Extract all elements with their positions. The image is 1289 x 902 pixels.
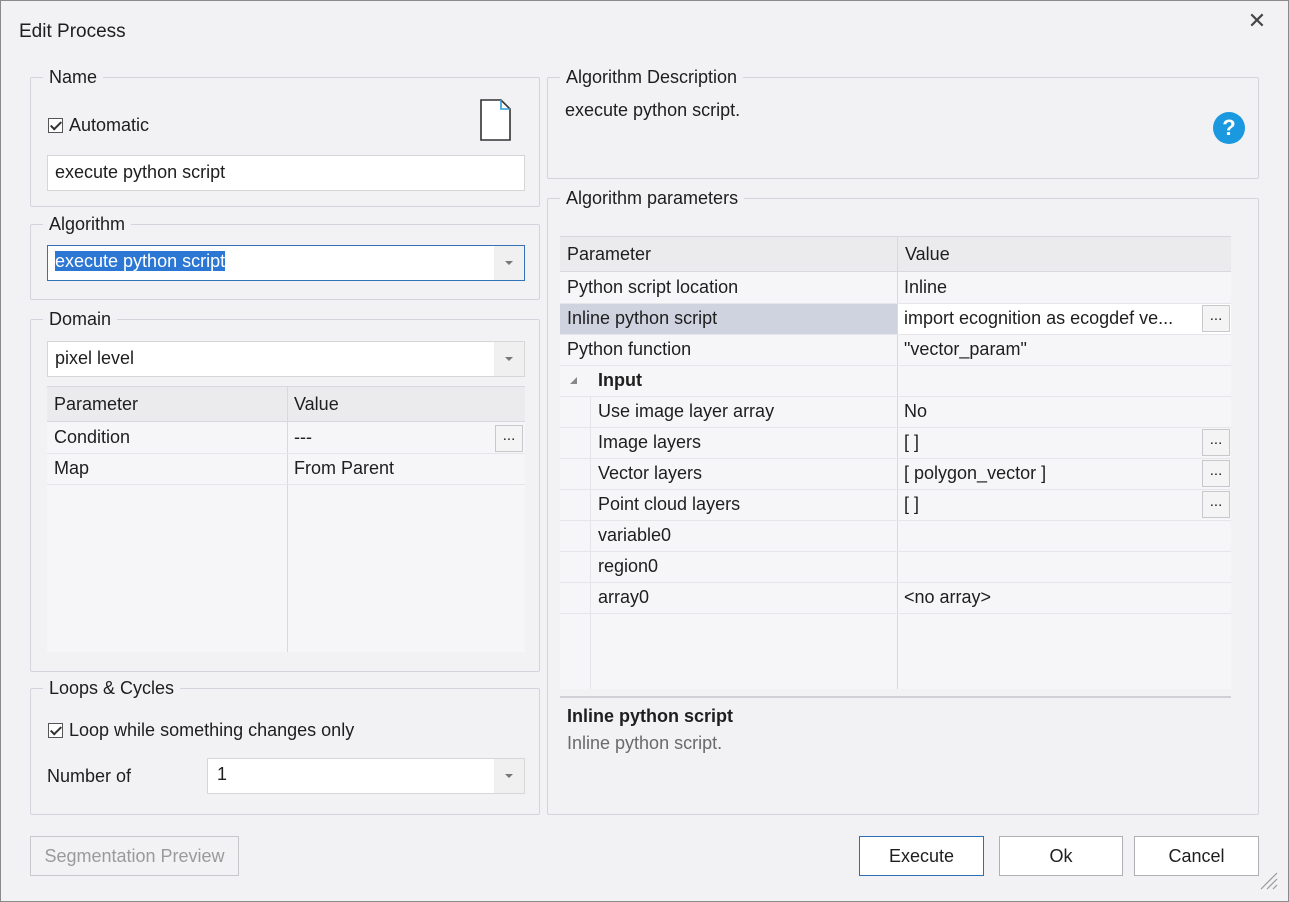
number-of-select[interactable]: 1 — [207, 758, 525, 794]
process-name-input[interactable]: execute python script — [47, 155, 525, 191]
input-section-label: Input — [598, 370, 642, 390]
loops-group: Loops & Cycles — [30, 678, 540, 815]
resize-grip-icon[interactable] — [1257, 869, 1279, 891]
collapse-triangle-icon[interactable] — [570, 377, 577, 384]
segmentation-preview-button[interactable]: Segmentation Preview — [30, 836, 239, 876]
table-row[interactable]: Condition --- ... — [47, 423, 525, 454]
name-legend: Name — [49, 67, 98, 87]
table-row[interactable]: Python script location Inline — [560, 273, 1231, 304]
domain-parameter-grid: Parameter Value Condition --- ... Map Fr… — [47, 386, 525, 652]
input-section-row[interactable]: Input — [560, 366, 1231, 397]
row-value: [ ] — [904, 494, 920, 514]
automatic-check-icon — [48, 118, 63, 133]
domain-select[interactable]: pixel level — [47, 341, 525, 377]
point-cloud-layers-edit-button[interactable]: ... — [1202, 491, 1230, 518]
description-text: execute python script. — [565, 100, 741, 120]
chevron-down-icon[interactable] — [494, 759, 524, 793]
row-value: --- — [294, 427, 312, 447]
dialog-title: Edit Process — [19, 21, 126, 42]
algorithm-select[interactable]: execute python script — [47, 245, 525, 281]
description-group: Algorithm Description — [547, 67, 1259, 179]
algorithm-parameter-grid: Parameter Value Python script location I… — [560, 236, 1231, 689]
row-value: From Parent — [294, 458, 395, 478]
domain-selected-value: pixel level — [55, 348, 135, 368]
inline-script-edit-button[interactable]: ... — [1202, 305, 1230, 332]
parameters-legend: Algorithm parameters — [566, 188, 739, 208]
row-value: <no array> — [904, 587, 992, 607]
table-row[interactable]: Use image layer array No — [560, 397, 1231, 428]
help-icon[interactable]: ? — [1213, 112, 1245, 144]
domain-legend: Domain — [49, 309, 112, 329]
grid-header: Parameter Value — [47, 386, 525, 422]
row-param: Python script location — [567, 277, 739, 297]
param-help-title: Inline python script — [567, 706, 734, 726]
execute-button[interactable]: Execute — [859, 836, 984, 876]
table-row[interactable]: variable0 — [560, 521, 1231, 552]
header-parameter: Parameter — [54, 394, 139, 414]
splitter[interactable] — [560, 696, 1231, 698]
loop-label: Loop while something changes only — [69, 720, 355, 740]
row-value: import ecognition as ecogdef ve... — [904, 308, 1174, 328]
row-param: Point cloud layers — [598, 494, 741, 514]
row-param: array0 — [598, 587, 650, 607]
row-param: Condition — [54, 427, 131, 447]
algorithm-selected-value: execute python script — [55, 251, 226, 271]
row-param: Use image layer array — [598, 401, 775, 421]
header-value: Value — [294, 394, 339, 414]
loop-changes-checkbox[interactable]: Loop while something changes only — [48, 720, 354, 741]
header-value: Value — [905, 244, 950, 264]
table-row[interactable]: Point cloud layers [ ] ... — [560, 490, 1231, 521]
row-value: "vector_param" — [904, 339, 1027, 359]
row-value: [ polygon_vector ] — [904, 463, 1047, 483]
table-row-selected[interactable]: Inline python script import ecognition a… — [560, 304, 1231, 335]
automatic-checkbox[interactable]: Automatic — [48, 115, 149, 136]
param-help-text: Inline python script. — [567, 733, 723, 753]
header-parameter: Parameter — [567, 244, 652, 264]
algorithm-legend: Algorithm — [49, 214, 126, 234]
row-param: Map — [54, 458, 90, 478]
row-value: No — [904, 401, 928, 421]
ok-button[interactable]: Ok — [999, 836, 1123, 876]
grid-header: Parameter Value — [560, 236, 1231, 272]
image-layers-edit-button[interactable]: ... — [1202, 429, 1230, 456]
automatic-label: Automatic — [69, 115, 150, 135]
table-row[interactable]: array0 <no array> — [560, 583, 1231, 614]
row-value: [ ] — [904, 432, 920, 452]
row-param: variable0 — [598, 525, 672, 545]
table-row[interactable]: region0 — [560, 552, 1231, 583]
chevron-down-icon[interactable] — [494, 246, 524, 280]
row-param: Python function — [567, 339, 692, 359]
condition-edit-button[interactable]: ... — [495, 425, 523, 452]
row-param: region0 — [598, 556, 659, 576]
row-param: Vector layers — [598, 463, 703, 483]
row-param: Inline python script — [567, 308, 718, 328]
row-value: Inline — [904, 277, 948, 297]
edit-process-dialog: Edit Process ✕ Name Automatic execute py… — [0, 0, 1289, 902]
number-of-label: Number of — [47, 766, 132, 786]
vector-layers-edit-button[interactable]: ... — [1202, 460, 1230, 487]
loop-check-icon — [48, 723, 63, 738]
row-param: Image layers — [598, 432, 702, 452]
document-icon — [480, 99, 511, 141]
description-legend: Algorithm Description — [566, 67, 738, 87]
close-icon[interactable]: ✕ — [1245, 9, 1269, 33]
table-row[interactable]: Python function "vector_param" — [560, 335, 1231, 366]
loops-legend: Loops & Cycles — [49, 678, 175, 698]
number-of-value: 1 — [217, 764, 228, 784]
cancel-button[interactable]: Cancel — [1134, 836, 1259, 876]
table-row[interactable]: Vector layers [ polygon_vector ] ... — [560, 459, 1231, 490]
chevron-down-icon[interactable] — [494, 342, 524, 376]
table-row[interactable]: Map From Parent — [47, 454, 525, 485]
table-row[interactable]: Image layers [ ] ... — [560, 428, 1231, 459]
